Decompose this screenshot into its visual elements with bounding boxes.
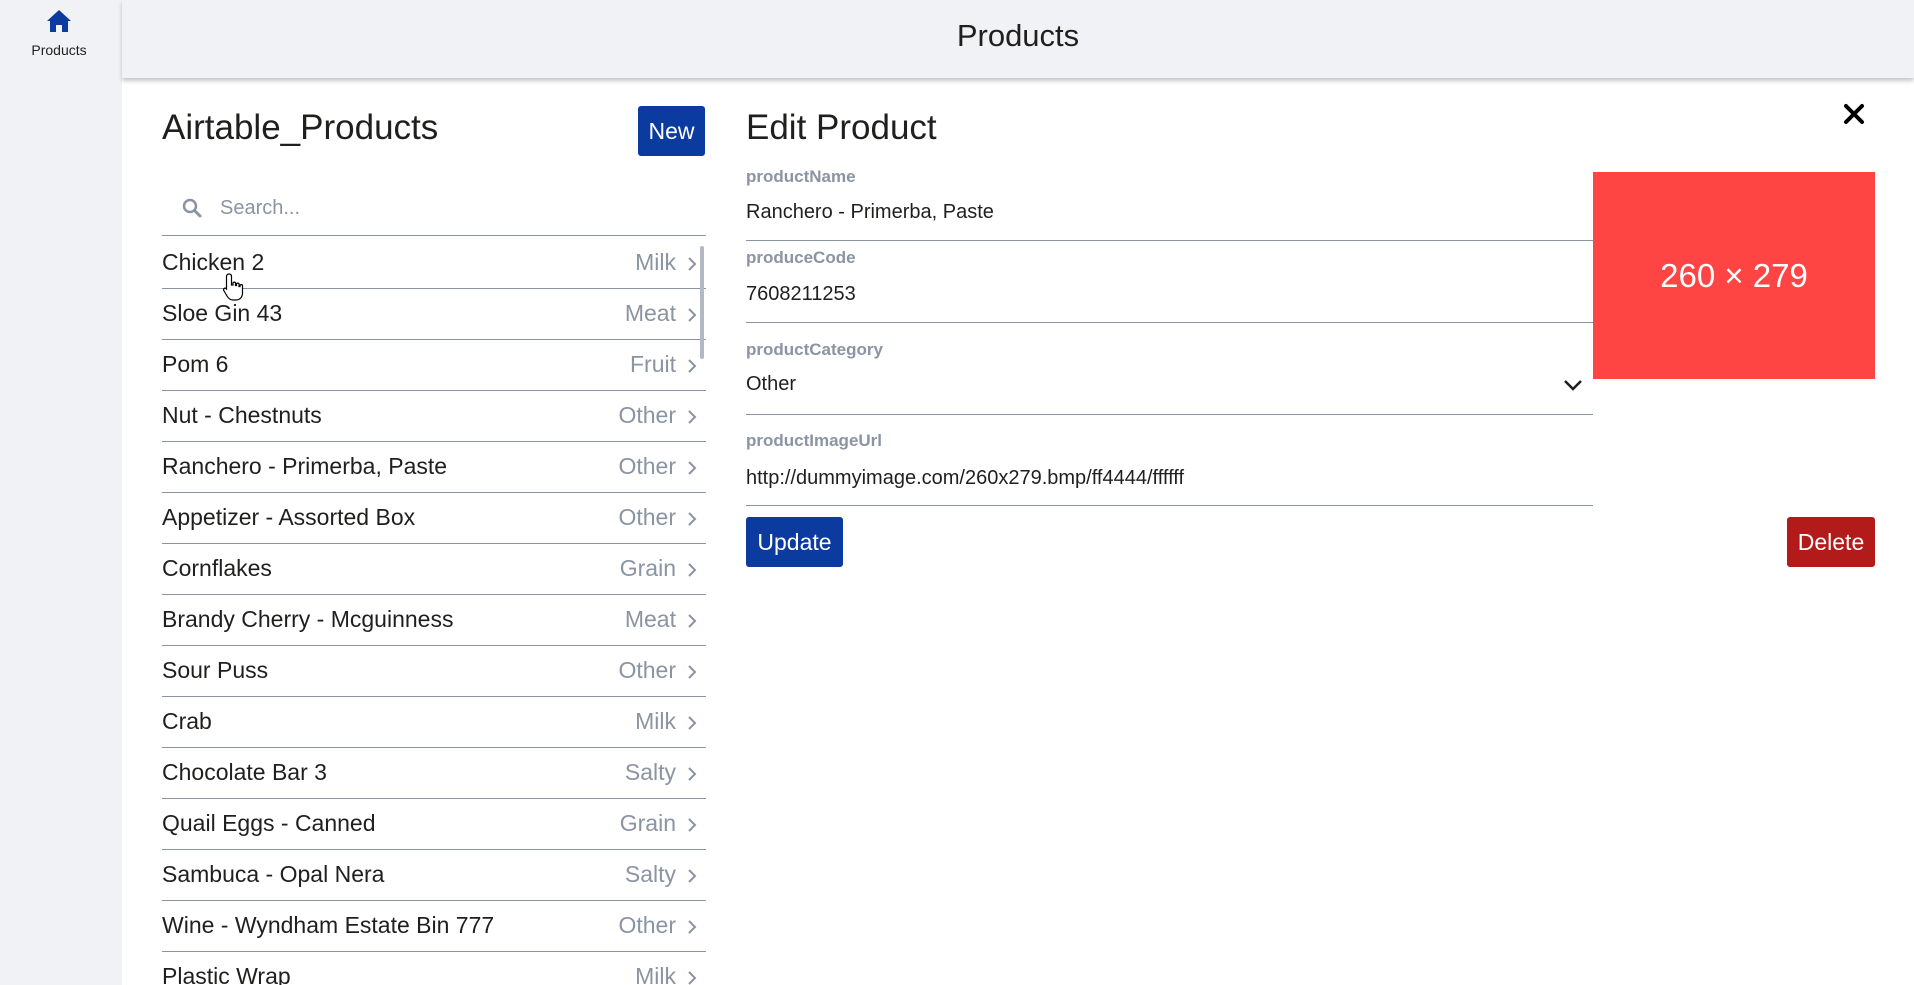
product-name: Quail Eggs - Canned [162,810,376,836]
product-list-row[interactable]: Quail Eggs - Canned Grain [162,799,706,850]
chevron-right-icon [688,767,697,781]
app-header: Products [122,0,1914,78]
product-list-row[interactable]: Crab Milk [162,697,706,748]
product-list-row[interactable]: Nut - Chestnuts Other [162,391,706,442]
chevron-right-icon [688,563,697,577]
list-scrollbar[interactable] [700,246,704,359]
product-category-underline [746,414,1593,415]
product-category: Other [618,402,676,428]
product-name: Sour Puss [162,657,269,683]
page-title: Products [956,18,1080,53]
product-category: Meat [624,300,676,326]
product-list-row[interactable]: Brandy Cherry - Mcguinness Meat [162,595,706,646]
product-name: Sloe Gin 43 [162,300,283,326]
product-category: Meat [624,606,676,632]
product-name-underline [746,240,1593,241]
search-box [162,180,706,236]
product-name: Chicken 2 [162,249,265,275]
product-category-field[interactable]: productCategory Other [746,340,1593,415]
product-category: Salty [624,861,676,887]
product-list-row[interactable]: Sour Puss Other [162,646,706,697]
product-name: Brandy Cherry - Mcguinness [162,606,454,632]
product-category: Milk [635,963,676,985]
delete-button[interactable]: Delete [1787,517,1875,567]
product-category: Milk [635,708,676,734]
product-image: 260 × 279 [1593,172,1875,379]
product-category: Other [618,912,676,938]
product-name: Sambuca - Opal Nera [162,861,385,887]
chevron-right-icon [688,869,697,883]
product-image-url-field: productImageUrl [746,431,1593,506]
close-icon[interactable] [1840,100,1868,128]
nav-item-products[interactable]: Products [0,0,118,70]
product-list-row[interactable]: Chocolate Bar 3 Salty [162,748,706,799]
hand-cursor-icon [222,273,244,301]
chevron-right-icon [688,665,697,679]
chevron-right-icon [688,257,697,271]
product-image-url-label: productImageUrl [746,431,883,450]
product-name: Cornflakes [162,555,272,581]
chevron-right-icon [688,308,697,322]
search-input[interactable] [218,190,692,226]
product-list-row[interactable]: Cornflakes Grain [162,544,706,595]
list-title: Airtable_Products [162,108,439,147]
chevron-down-icon[interactable] [1563,378,1583,392]
product-category-label: productCategory [746,340,883,359]
main-content: Airtable_Products New Chicken 2 Milk Sloe … [122,78,1914,985]
home-icon [47,10,71,32]
chevron-right-icon [688,920,697,934]
product-name: Appetizer - Assorted Box [162,504,416,530]
product-image-url-underline [746,505,1593,506]
chevron-right-icon [688,818,697,832]
product-name: Chocolate Bar 3 [162,759,327,785]
product-category: Other [618,657,676,683]
product-list-row[interactable]: Pom 6 Fruit [162,340,706,391]
product-list-row[interactable]: Appetizer - Assorted Box Other [162,493,706,544]
chevron-right-icon [688,512,697,526]
product-name-label: productName [746,167,856,186]
product-list-row[interactable]: Plastic Wrap Milk [162,952,706,985]
product-list: Chicken 2 Milk Sloe Gin 43 Meat Pom 6 Fruit Nu… [162,238,706,985]
product-name: Crab [162,708,212,734]
product-category: Milk [635,249,676,275]
product-category: Other [618,504,676,530]
chevron-right-icon [688,614,697,628]
chevron-right-icon [688,461,697,475]
produce-code-label: produceCode [746,248,856,267]
product-category: Grain [619,555,676,581]
product-name: Plastic Wrap [162,963,291,985]
product-name: Pom 6 [162,351,229,377]
produce-code-input[interactable] [746,279,1593,309]
update-button[interactable]: Update [746,517,843,567]
product-category: Salty [624,759,676,785]
nav-item-label: Products [31,42,87,58]
product-name-input[interactable] [746,197,1593,227]
nav-rail: Products [0,0,122,985]
new-button[interactable]: New [638,106,705,156]
chevron-right-icon [688,410,697,424]
chevron-right-icon [688,716,697,730]
product-category: Fruit [630,351,676,377]
product-list-row[interactable]: Sambuca - Opal Nera Salty [162,850,706,901]
product-category: Other [618,453,676,479]
chevron-right-icon [688,359,697,373]
product-name: Ranchero - Primerba, Paste [162,453,448,479]
product-category: Grain [619,810,676,836]
product-image-url-input[interactable] [746,463,1593,493]
edit-title: Edit Product [746,108,937,147]
chevron-right-icon [688,971,697,985]
produce-code-underline [746,322,1593,323]
product-category-value[interactable]: Other [746,373,1593,403]
product-list-row[interactable]: Ranchero - Primerba, Paste Other [162,442,706,493]
product-name-field: productName [746,167,1593,241]
produce-code-field: produceCode [746,248,1593,323]
search-icon [182,198,202,218]
product-name: Wine - Wyndham Estate Bin 777 [162,912,495,938]
product-name: Nut - Chestnuts [162,402,322,428]
product-list-row[interactable]: Wine - Wyndham Estate Bin 777 Other [162,901,706,952]
